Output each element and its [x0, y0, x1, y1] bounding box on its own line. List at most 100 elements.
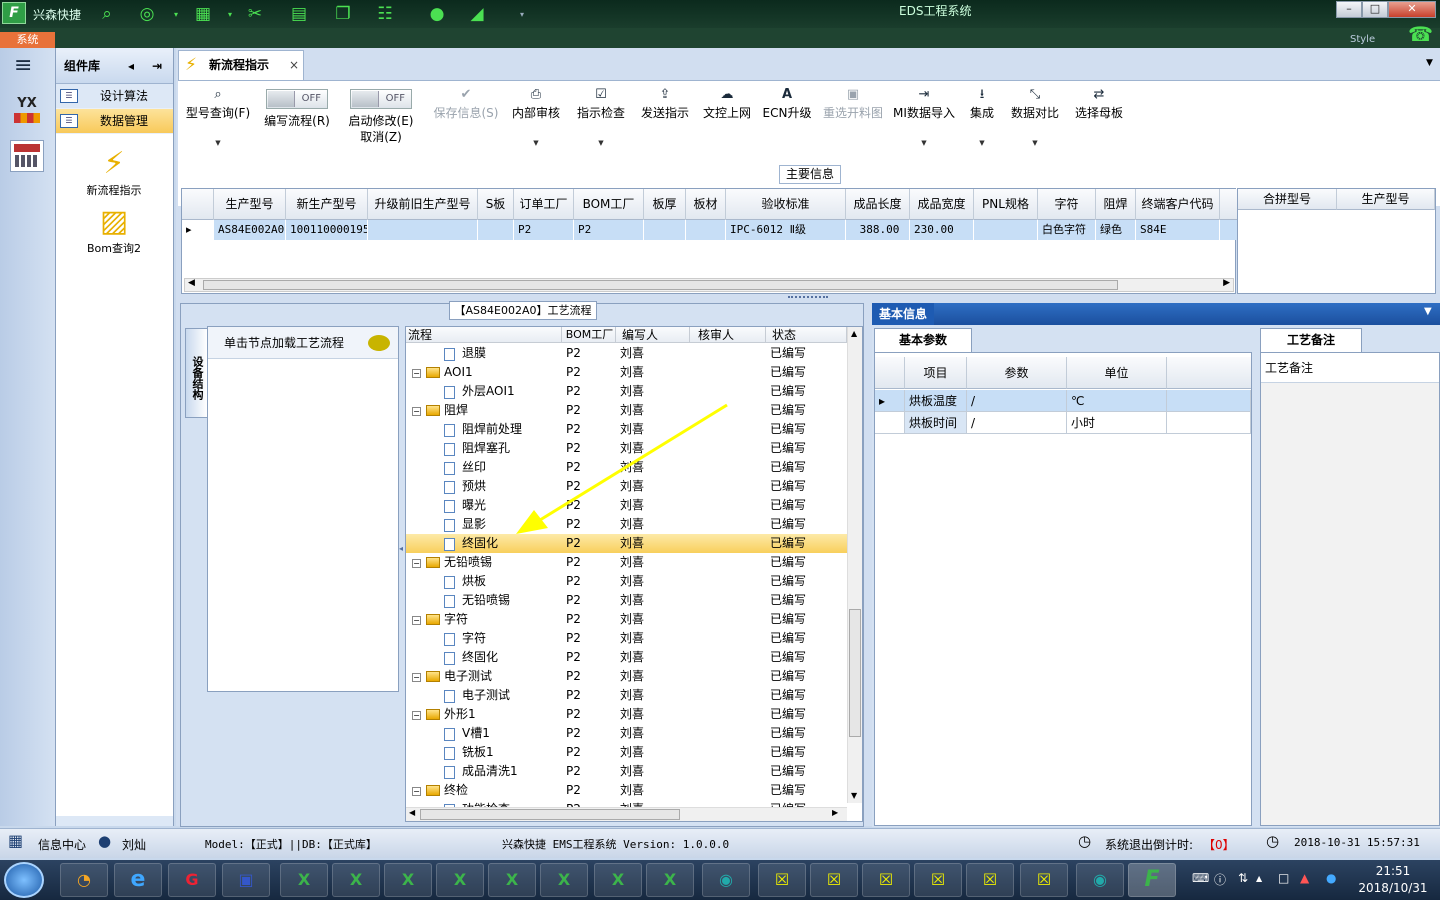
collapse-left-icon[interactable]: ◂: [128, 48, 134, 84]
column-header[interactable]: 新生产型号: [286, 189, 368, 220]
shell-app-icon[interactable]: ◔: [60, 863, 108, 897]
edit-flow-toggle[interactable]: OFF 编写流程(R): [260, 81, 334, 205]
column-header[interactable]: 成品宽度: [910, 189, 974, 220]
column-header[interactable]: 升级前旧生产型号: [368, 189, 478, 220]
hamburger-menu-icon[interactable]: ≡: [14, 55, 32, 77]
column-header[interactable]: 合拼型号: [1238, 189, 1337, 210]
table-cell[interactable]: IPC-6012 Ⅱ级: [726, 220, 846, 240]
lib-item-new-flow[interactable]: ⚡ 新流程指示: [56, 146, 172, 198]
x-window-icon[interactable]: ☒: [966, 863, 1014, 897]
table-row[interactable]: 烘板时间 / 小时: [875, 412, 1251, 434]
basic-info-title[interactable]: 基本信息: [872, 303, 934, 325]
start-modify-toggle[interactable]: OFF 启动修改(E) 取消(Z): [344, 81, 418, 205]
tree-row[interactable]: 阻焊塞孔 P2 刘喜 已编写: [406, 439, 847, 458]
mi-import-button[interactable]: ⇥ MI数据导入 ▼: [892, 81, 956, 205]
minimize-button[interactable]: –: [1336, 1, 1362, 18]
column-header[interactable]: 订单工厂: [514, 189, 574, 220]
table-cell[interactable]: 388.00: [846, 220, 910, 240]
collapse-toggle-icon[interactable]: −: [412, 407, 421, 416]
tab-list-dropdown-icon[interactable]: ▼: [1426, 58, 1433, 68]
column-header[interactable]: 板材: [686, 189, 726, 220]
param-cell-unit[interactable]: ℃: [1067, 390, 1167, 412]
fish-app-icon[interactable]: ◉: [702, 863, 750, 897]
scroll-thumb[interactable]: [420, 809, 680, 820]
close-tab-icon[interactable]: ×: [289, 51, 299, 79]
model-query-button[interactable]: ⌕ 型号查询(F) ▼: [182, 81, 254, 205]
vertical-scrollbar[interactable]: ▲ ▼: [847, 327, 862, 803]
collapse-toggle-icon[interactable]: −: [412, 711, 421, 720]
floppy-save-icon[interactable]: ▣: [222, 863, 270, 897]
collapse-toggle-icon[interactable]: −: [412, 673, 421, 682]
collapse-toggle-icon[interactable]: −: [412, 559, 421, 568]
column-header[interactable]: S板: [478, 189, 514, 220]
table-cell[interactable]: 10011000019596: [286, 220, 368, 240]
table-cell[interactable]: P2: [574, 220, 644, 240]
excel-icon[interactable]: X: [646, 863, 694, 897]
tree-row[interactable]: 曝光 P2 刘喜 已编写: [406, 496, 847, 515]
style-menu[interactable]: Style: [1350, 34, 1375, 45]
column-header[interactable]: 终端客户代码: [1136, 189, 1220, 220]
tab-system[interactable]: 系统: [0, 32, 55, 48]
maximize-button[interactable]: □: [1362, 1, 1388, 18]
column-header[interactable]: 单位: [1067, 357, 1167, 389]
excel-icon[interactable]: X: [332, 863, 380, 897]
param-cell-item[interactable]: 烘板时间: [905, 412, 967, 434]
close-button[interactable]: ✕: [1388, 1, 1436, 18]
table-cell[interactable]: P2: [514, 220, 574, 240]
collapse-toggle-icon[interactable]: −: [412, 369, 421, 378]
tab-process-notes[interactable]: 工艺备注: [1260, 328, 1362, 352]
lib-item-data-management[interactable]: ☰ 数据管理: [56, 109, 173, 134]
scroll-right-icon[interactable]: ▶: [1223, 278, 1230, 288]
param-cell-item[interactable]: 烘板温度: [905, 390, 967, 412]
column-header[interactable]: 参数: [967, 357, 1067, 389]
column-header[interactable]: 核审人: [690, 327, 766, 343]
reselect-chart-button[interactable]: ▣ 重选开料图: [820, 81, 886, 205]
doc-upload-button[interactable]: ☁ 文控上网: [700, 81, 754, 205]
lifebuoy-icon[interactable]: ◎: [134, 3, 160, 25]
copy-icon[interactable]: ❐: [330, 3, 356, 25]
column-header[interactable]: 成品长度: [846, 189, 910, 220]
table-row[interactable]: ▸ 烘板温度 / ℃: [875, 390, 1251, 412]
excel-icon[interactable]: X: [488, 863, 536, 897]
film-icon[interactable]: ▤: [286, 3, 312, 25]
column-header[interactable]: BOM工厂: [562, 327, 616, 343]
toggle-switch[interactable]: OFF: [266, 89, 328, 109]
tree-row[interactable]: 无铅喷锡 P2 刘喜 已编写: [406, 591, 847, 610]
tree-row[interactable]: 终固化 P2 刘喜 已编写: [406, 534, 847, 553]
red-tray-icon[interactable]: ▲: [1300, 871, 1309, 885]
tab-basic-params[interactable]: 基本参数: [874, 328, 972, 352]
collapse-toggle-icon[interactable]: −: [412, 787, 421, 796]
chart-icon[interactable]: ◢: [464, 3, 490, 25]
table-cell[interactable]: 白色字符: [1038, 220, 1096, 240]
param-cell-param[interactable]: /: [967, 390, 1067, 412]
column-header[interactable]: 生产型号: [214, 189, 286, 220]
excel-icon[interactable]: X: [384, 863, 432, 897]
collapse-toggle-icon[interactable]: −: [412, 616, 421, 625]
table-cell[interactable]: [686, 220, 726, 240]
pin-icon[interactable]: ⇥: [152, 48, 162, 84]
table-cell[interactable]: [644, 220, 686, 240]
splitter-grip[interactable]: [788, 296, 828, 299]
fish-app-icon[interactable]: ◉: [1076, 863, 1124, 897]
scroll-left-icon[interactable]: ◀: [409, 808, 415, 817]
table-cell[interactable]: [478, 220, 514, 240]
tree-row[interactable]: − AOI1 P2 刘喜 已编写: [406, 363, 847, 382]
apps-grid-icon[interactable]: ☷: [372, 3, 398, 25]
info-center-link[interactable]: 信息中心: [38, 836, 86, 853]
tab-new-flow[interactable]: ⚡ 新流程指示 ×: [178, 50, 304, 80]
table-cell[interactable]: 230.00: [910, 220, 974, 240]
param-cell-unit[interactable]: 小时: [1067, 412, 1167, 434]
tree-row[interactable]: 终固化 P2 刘喜 已编写: [406, 648, 847, 667]
table-row[interactable]: ▸AS84E002A010011000019596 P2P2 IPC-6012 Ⅱ级…: [182, 220, 1237, 240]
internal-review-button[interactable]: ⎙ 内部审核 ▼: [510, 81, 562, 205]
table-cell[interactable]: 绿色: [1096, 220, 1136, 240]
check-instruction-button[interactable]: ☑ 指示检查 ▼: [574, 81, 628, 205]
table-cell[interactable]: [368, 220, 478, 240]
tree-row[interactable]: − 终检 P2 刘喜 已编写: [406, 781, 847, 800]
tree-row[interactable]: 丝印 P2 刘喜 已编写: [406, 458, 847, 477]
tree-row[interactable]: − 阻焊 P2 刘喜 已编写: [406, 401, 847, 420]
column-header[interactable]: 字符: [1038, 189, 1096, 220]
tree-row[interactable]: − 外形1 P2 刘喜 已编写: [406, 705, 847, 724]
tree-row[interactable]: 阻焊前处理 P2 刘喜 已编写: [406, 420, 847, 439]
column-header[interactable]: 流程: [406, 327, 562, 343]
